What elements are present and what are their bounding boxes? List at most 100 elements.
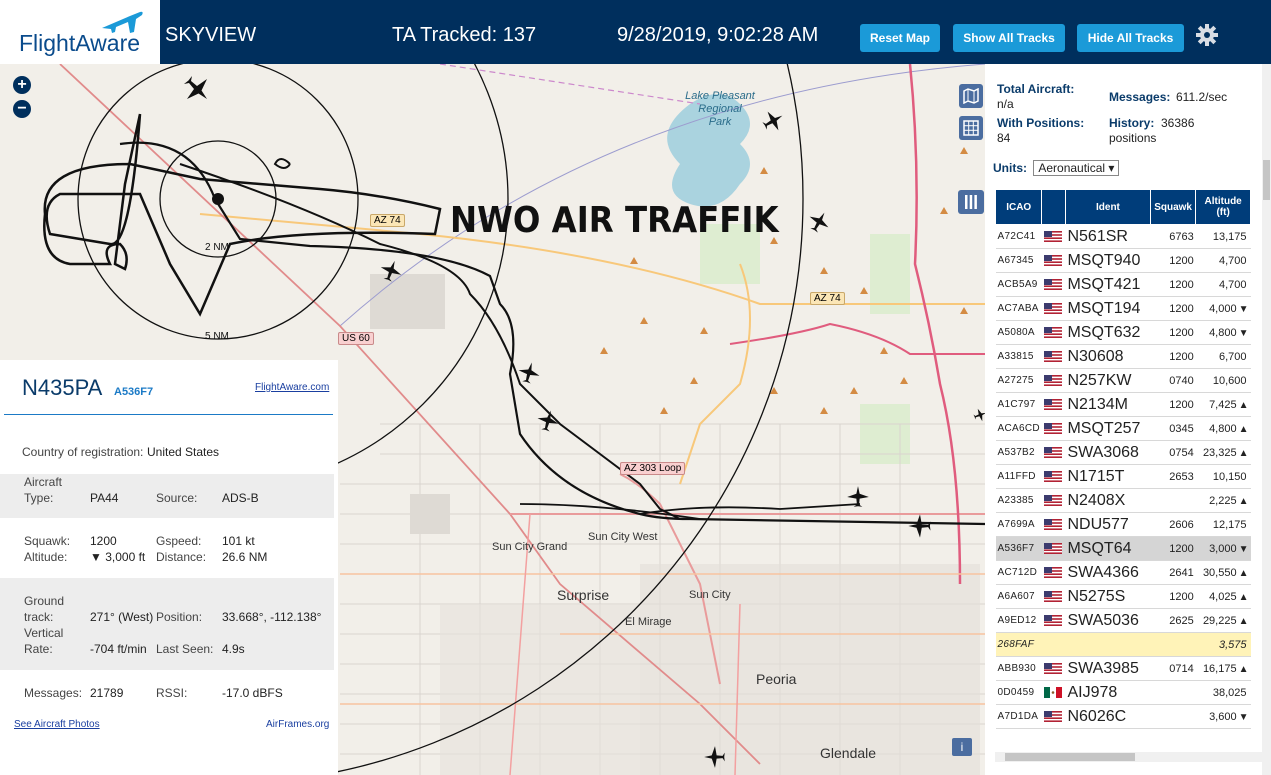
table-row[interactable]: A27275 N257KW 0740 10,600 [995,368,1251,393]
reset-map-button[interactable]: Reset Map [860,24,940,52]
flightaware-logo[interactable]: FlightAware [0,0,160,64]
column-header-flag[interactable] [1041,189,1066,225]
scrollbar-thumb[interactable] [1005,753,1135,761]
map-layers-button[interactable] [959,84,983,108]
panel-toggle-button[interactable] [958,190,984,214]
table-row[interactable]: A6A607 N5275S 1200 4,025 ▲ [995,584,1251,609]
scrollbar-thumb[interactable] [1263,160,1270,200]
table-row[interactable]: A537B2 SWA3068 0754 23,325 ▲ [995,440,1251,465]
flightaware-link[interactable]: FlightAware.com [255,382,329,393]
altitude-cell: 4,700 [1195,272,1251,297]
gear-icon[interactable] [1196,24,1218,46]
selected-aircraft-marker[interactable] [906,512,934,540]
icao-cell: A7D1DA [995,704,1042,729]
aircraft-marker[interactable] [806,209,832,235]
ident-cell: MSQT194 [1065,296,1151,321]
aircraft-marker[interactable] [702,744,728,770]
us-flag-icon [1043,279,1062,291]
source-value: ADS-B [222,491,259,505]
table-row[interactable]: AC712D SWA4366 2641 30,550 ▲ [995,560,1251,585]
altitude-trend-icon: ▲ [1238,423,1249,435]
column-header-icao[interactable]: ICAO [994,189,1043,225]
us-flag-icon [1043,495,1062,507]
place-label: Glendale [820,745,877,761]
position-value: 33.668°, -112.138° [222,610,322,624]
history-unit: positions [1109,131,1157,145]
altitude-value: 7,425 [1209,398,1237,411]
ident-cell: N2134M [1065,392,1151,417]
aircraft-marker[interactable] [180,72,214,106]
icao-cell: A6A607 [995,584,1042,609]
us-flag-icon [1043,255,1062,267]
country-value: United States [147,445,220,459]
total-aircraft-label: Total Aircraft: [997,82,1075,96]
total-aircraft-value: n/a [997,97,1014,111]
aircraft-marker[interactable] [845,484,871,510]
table-row[interactable]: 268FAF 3,575 [995,632,1251,657]
column-header-altitude[interactable]: Altitude (ft) [1195,189,1251,225]
table-row[interactable]: A7D1DA N6026C 3,600 ▼ [995,704,1251,729]
icao-cell: A1C797 [995,392,1042,417]
us-flag-icon [1043,543,1062,555]
show-all-tracks-button[interactable]: Show All Tracks [953,24,1065,52]
table-row[interactable]: ABB930 SWA3985 0714 16,175 ▲ [995,656,1251,681]
table-row[interactable]: A11FFD N1715T 2653 10,150 [995,464,1251,489]
tracked-count: TA Tracked: 137 [392,24,537,46]
table-row[interactable]: A7699A NDU577 2606 12,175 [995,512,1251,537]
altitude-cell: 16,175 ▲ [1195,656,1251,681]
logo-text: FlightAware [19,30,141,56]
aircraft-photos-link[interactable]: See Aircraft Photos [14,719,100,730]
divider [4,414,333,415]
aircraft-marker[interactable] [378,258,404,284]
table-row[interactable]: A23385 N2408X 2,225 ▲ [995,488,1251,513]
table-row[interactable]: 0D0459 AIJ978 38,025 [995,680,1251,705]
flag-cell [1041,560,1066,585]
attribution-button[interactable]: i [952,738,972,756]
flag-cell [1041,488,1066,513]
highway-shield: US 60 [338,332,374,345]
units-select[interactable]: Aeronautical ▾ [1033,160,1120,176]
altitude-cell: 10,600 [1195,368,1251,393]
grid-toggle-button[interactable] [959,116,983,140]
aircraft-marker[interactable] [516,360,542,386]
vertical-scrollbar[interactable] [1262,64,1271,775]
country-label: Country of registration: [22,445,144,459]
ident-cell: AIJ978 [1065,680,1151,705]
altitude-value: 4,700 [1218,278,1247,291]
aircraft-marker[interactable] [760,108,786,134]
table-row[interactable]: A5080A MSQT632 1200 4,800 ▼ [995,320,1251,345]
altitude-label: Altitude: [24,550,68,564]
altitude-cell: 7,425 ▲ [1195,392,1251,417]
altitude-trend-icon: ▲ [1238,567,1249,579]
airframes-link[interactable]: AirFrames.org [266,719,329,730]
horizontal-scrollbar[interactable] [995,752,1262,762]
table-row[interactable]: ACB5A9 MSQT421 1200 4,700 [995,272,1251,297]
aircraft-marker[interactable] [972,404,985,426]
squawk-cell: 1200 [1150,536,1196,561]
ident-cell: N6026C [1065,704,1151,729]
hide-all-tracks-button[interactable]: Hide All Tracks [1077,24,1184,52]
altitude-cell: 6,700 [1195,344,1251,369]
table-row[interactable]: A1C797 N2134M 1200 7,425 ▲ [995,392,1251,417]
icao-cell: A67345 [995,248,1042,273]
table-row[interactable]: A33815 N30608 1200 6,700 [995,344,1251,369]
column-header-ident[interactable]: Ident [1064,189,1151,225]
table-row[interactable]: AC7ABA MSQT194 1200 4,000 ▼ [995,296,1251,321]
lastseen-value: 4.9s [222,642,245,656]
zoom-in-button[interactable]: + [13,76,31,94]
table-row[interactable]: A9ED12 SWA5036 2625 29,225 ▲ [995,608,1251,633]
altitude-cell: 4,025 ▲ [1195,584,1251,609]
selected-hex[interactable]: A536F7 [114,386,153,398]
table-row[interactable]: A67345 MSQT940 1200 4,700 [995,248,1251,273]
aircraft-marker[interactable] [535,408,561,434]
icao-cell: 268FAF [995,632,1042,657]
table-row[interactable]: A72C41 N561SR 6763 13,175 [995,224,1251,249]
column-header-squawk[interactable]: Squawk [1149,189,1197,225]
zoom-out-button[interactable]: − [13,100,31,118]
overlay-title: NWO AIR TRAFFIK [450,200,779,241]
altitude-cell: 30,550 ▲ [1195,560,1251,585]
icao-cell: A536F7 [995,536,1042,561]
table-row[interactable]: ACA6CD MSQT257 0345 4,800 ▲ [995,416,1251,441]
table-row[interactable]: A536F7 MSQT64 1200 3,000 ▼ [995,536,1251,561]
us-flag-icon [1043,303,1062,315]
